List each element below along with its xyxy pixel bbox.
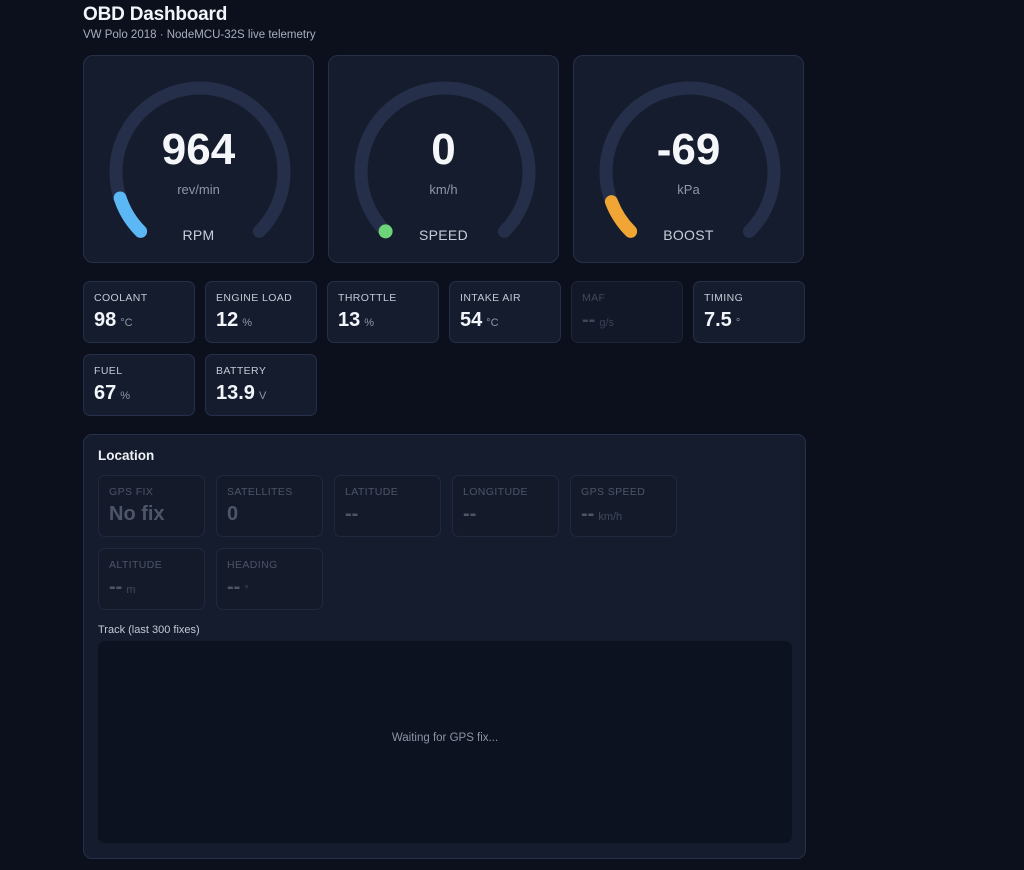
metric-value: 67 [94,382,117,404]
metric-value: 13.9 [216,382,255,404]
metric-intake-air: INTAKE AIR 54 °C [449,281,561,343]
metric-label: SATELLITES [227,486,293,498]
metric-label: COOLANT [94,292,148,304]
metric-unit: g/s [599,317,615,329]
dashboard-page: OBD Dashboard VW Polo 2018 · NodeMCU-32S… [0,0,1024,870]
track-map[interactable]: Waiting for GPS fix... [98,641,792,843]
metric-value: -- [345,503,359,525]
metric-label: ENGINE LOAD [216,292,293,304]
metric-label: LONGITUDE [463,486,528,498]
metric-value: 0 [227,503,239,525]
metric-label: BATTERY [216,365,267,377]
longitude-tile: LONGITUDE -- [452,475,559,537]
metric-label: HEADING [227,559,278,571]
track-waiting-text: Waiting for GPS fix... [391,732,499,744]
metric-label: THROTTLE [338,292,397,304]
metric-unit: % [242,317,253,329]
location-panel: Location GPS FIX No fix SATELLITES 0 LAT… [83,434,806,859]
metric-unit: ° [244,584,249,596]
gauge-rpm: 964 rev/min RPM [83,55,314,263]
metric-value: -- [463,503,477,525]
gauge-rpm-label: RPM [182,227,215,243]
metric-fuel: FUEL 67% [83,354,195,416]
metric-value: 12 [216,309,239,331]
metric-value: -- [109,576,123,598]
metric-unit: °C [486,317,499,329]
metric-unit: km/h [598,511,623,523]
metric-unit: °C [120,317,133,329]
metric-label: MAF [582,292,606,304]
metric-throttle: THROTTLE 13% [327,281,439,343]
metric-engine-load: ENGINE LOAD 12% [205,281,317,343]
metric-unit: m [126,584,136,596]
metric-value: 13 [338,309,361,331]
gauge-boost-label: BOOST [663,227,714,243]
metric-value: 98 [94,309,117,331]
metric-battery: BATTERY 13.9 V [205,354,317,416]
gauge-boost-unit: kPa [677,182,700,197]
metric-label: ALTITUDE [109,559,163,571]
metric-unit: ° [735,317,741,329]
gauge-rpm-unit: rev/min [177,182,220,197]
location-tiles: GPS FIX No fix SATELLITES 0 LATITUDE -- … [98,475,793,610]
metric-unit: V [258,390,267,402]
gauge-rpm-value: 964 [161,125,236,174]
latitude-tile: LATITUDE -- [334,475,441,537]
metric-label: FUEL [94,365,123,377]
satellites-tile: SATELLITES 0 [216,475,323,537]
gauge-boost: -69 kPa BOOST [573,55,804,263]
metric-value: No fix [109,503,165,525]
metric-label: TIMING [704,292,744,304]
metric-unit: % [120,390,131,402]
gauge-speed-unit: km/h [429,182,458,197]
metric-label: INTAKE AIR [460,292,521,304]
gauge-speed-value: 0 [431,125,456,174]
page-title: OBD Dashboard [83,4,228,25]
metric-value: -- [581,503,595,525]
metric-value: -- [227,576,241,598]
location-title: Location [98,448,155,463]
metric-label: GPS SPEED [581,486,646,498]
metric-unit: % [364,317,375,329]
metric-timing: TIMING 7.5 ° [693,281,805,343]
gauge-speed-label: SPEED [419,227,468,243]
page-subtitle: VW Polo 2018 · NodeMCU-32S live telemetr… [83,29,316,41]
metric-tiles: COOLANT 98 °C ENGINE LOAD 12% THROTTLE 13… [83,281,807,416]
metric-maf: MAF -- g/s [571,281,683,343]
track-label: Track (last 300 fixes) [98,624,200,636]
metric-value: 7.5 [704,309,732,331]
altitude-tile: ALTITUDE -- m [98,548,205,610]
gauge-boost-value: -69 [656,125,721,174]
metric-label: LATITUDE [345,486,399,498]
heading-tile: HEADING -- ° [216,548,323,610]
metric-value: 54 [460,309,483,331]
gps-fix-tile: GPS FIX No fix [98,475,205,537]
metric-coolant: COOLANT 98 °C [83,281,195,343]
metric-value: -- [582,309,596,331]
gauge-speed: 0 km/h SPEED [328,55,559,263]
gps-speed-tile: GPS SPEED -- km/h [570,475,677,537]
metric-label: GPS FIX [109,486,154,498]
gauge-row: 964 rev/min RPM 0 km/h SPEED -69 kPa BOO… [83,55,804,263]
